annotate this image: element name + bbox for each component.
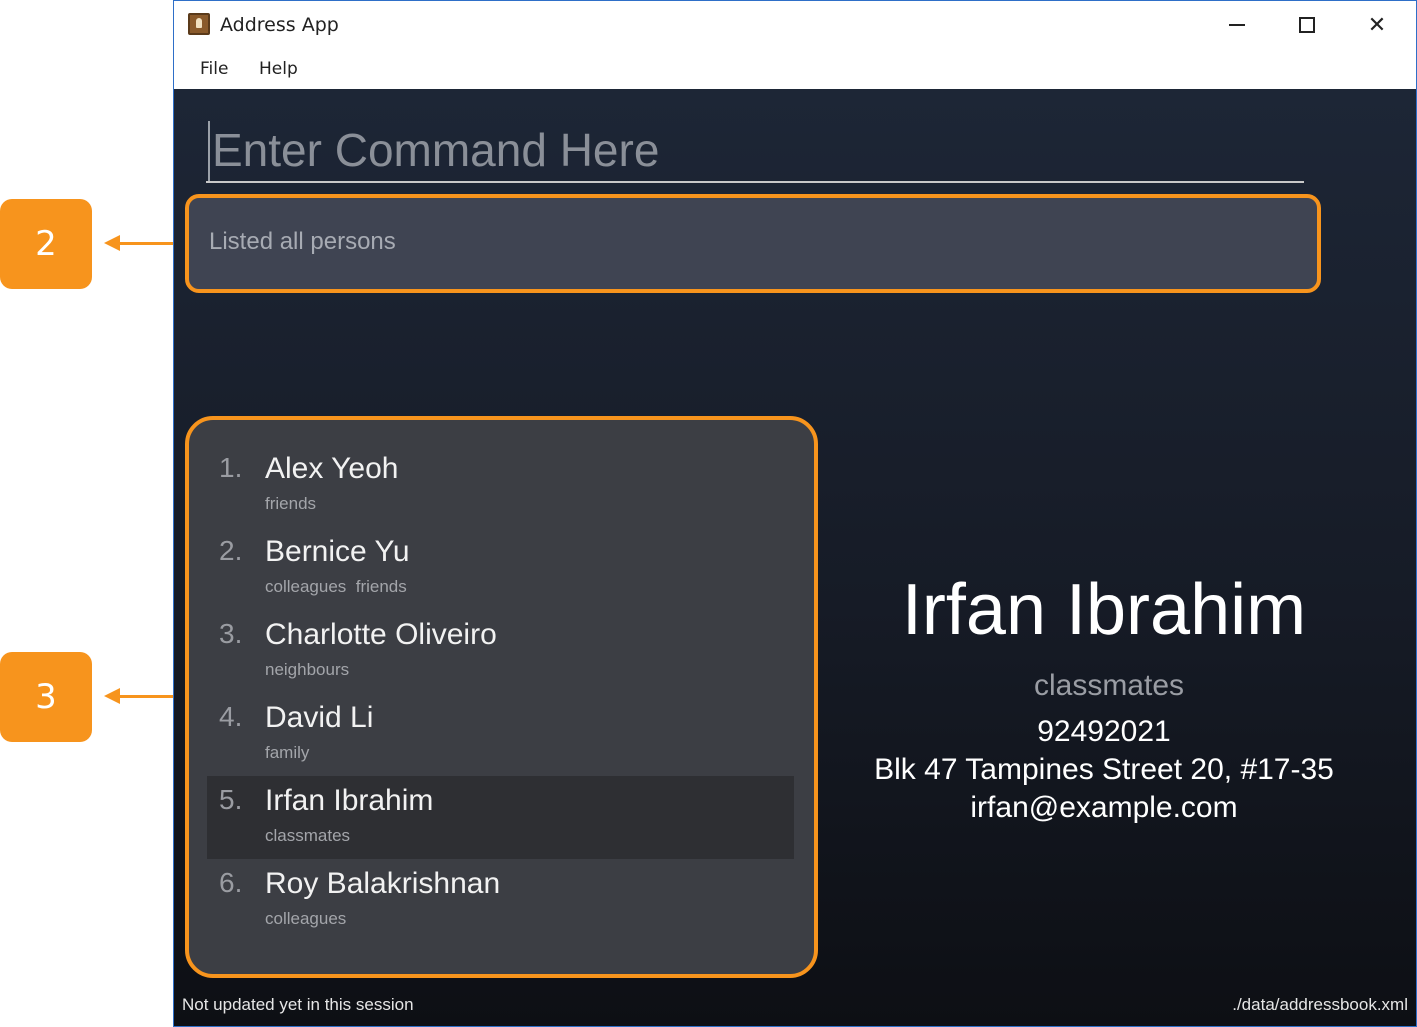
callout-2-label: 2 bbox=[35, 224, 57, 264]
detail-tag: classmates bbox=[1033, 669, 1185, 702]
close-icon: ✕ bbox=[1367, 12, 1387, 38]
person-name: Alex Yeoh bbox=[265, 452, 399, 485]
person-card[interactable]: 6. Roy Balakrishnan colleagues bbox=[207, 859, 794, 942]
person-index: 5. bbox=[219, 784, 243, 815]
person-card[interactable]: 1. Alex Yeoh friends bbox=[207, 444, 794, 527]
address-book-icon bbox=[188, 13, 210, 35]
person-tags: colleagues bbox=[265, 909, 347, 928]
person-index: 6. bbox=[219, 867, 243, 898]
person-name: Irfan Ibrahim bbox=[265, 784, 434, 817]
person-list-panel[interactable]: 1. Alex Yeoh friends 2. Bernice Yu colle… bbox=[185, 416, 818, 978]
command-input[interactable] bbox=[206, 119, 1304, 183]
arrow-head-icon bbox=[104, 688, 120, 704]
person-index: 4. bbox=[219, 701, 243, 732]
detail-address: Blk 47 Tampines Street 20, #17-35 bbox=[874, 753, 1334, 786]
person-card[interactable]: 3. Charlotte Oliveiro neighbours bbox=[207, 610, 794, 693]
arrow-head-icon bbox=[104, 235, 120, 251]
callout-3-badge: 3 bbox=[0, 652, 92, 742]
menu-help[interactable]: Help bbox=[259, 59, 298, 79]
maximize-button[interactable] bbox=[1272, 1, 1342, 49]
text-cursor bbox=[208, 121, 210, 181]
sync-status: Not updated yet in this session bbox=[182, 995, 414, 1014]
person-name: Roy Balakrishnan bbox=[265, 867, 501, 900]
person-index: 2. bbox=[219, 535, 243, 566]
person-tags: neighbours bbox=[265, 660, 350, 679]
menu-bar: File Help bbox=[174, 49, 1416, 89]
person-tags: classmates bbox=[265, 826, 351, 845]
person-card-selected[interactable]: 5. Irfan Ibrahim classmates bbox=[207, 776, 794, 859]
callout-3-label: 3 bbox=[35, 677, 57, 717]
person-name: David Li bbox=[265, 701, 374, 734]
detail-email: irfan@example.com bbox=[970, 791, 1238, 824]
callout-2-badge: 2 bbox=[0, 199, 92, 289]
person-tags: family bbox=[265, 743, 310, 762]
close-button[interactable]: ✕ bbox=[1342, 1, 1412, 49]
person-name: Charlotte Oliveiro bbox=[265, 618, 497, 651]
person-name: Bernice Yu bbox=[265, 535, 410, 568]
address-app-window: Address App ✕ File Help Listed all perso… bbox=[173, 0, 1417, 1027]
result-message: Listed all persons bbox=[209, 228, 396, 255]
person-card[interactable]: 2. Bernice Yu colleagues friends bbox=[207, 527, 794, 610]
detail-phone: 92492021 bbox=[1037, 715, 1171, 748]
person-card[interactable]: 4. David Li family bbox=[207, 693, 794, 776]
maximize-icon bbox=[1299, 17, 1315, 33]
minimize-icon bbox=[1229, 24, 1245, 26]
person-index: 3. bbox=[219, 618, 243, 649]
window-title: Address App bbox=[220, 14, 339, 36]
person-tags: colleagues friends bbox=[265, 577, 407, 596]
save-location: ./data/addressbook.xml bbox=[1232, 995, 1408, 1014]
result-display: Listed all persons bbox=[185, 194, 1321, 293]
menu-file[interactable]: File bbox=[200, 59, 228, 79]
detail-name: Irfan Ibrahim bbox=[901, 570, 1307, 650]
main-content: Listed all persons 1. Alex Yeoh friends … bbox=[174, 89, 1416, 1026]
person-tags: friends bbox=[265, 494, 317, 513]
person-index: 1. bbox=[219, 452, 243, 483]
title-bar[interactable]: Address App ✕ bbox=[174, 1, 1416, 49]
minimize-button[interactable] bbox=[1202, 1, 1272, 49]
